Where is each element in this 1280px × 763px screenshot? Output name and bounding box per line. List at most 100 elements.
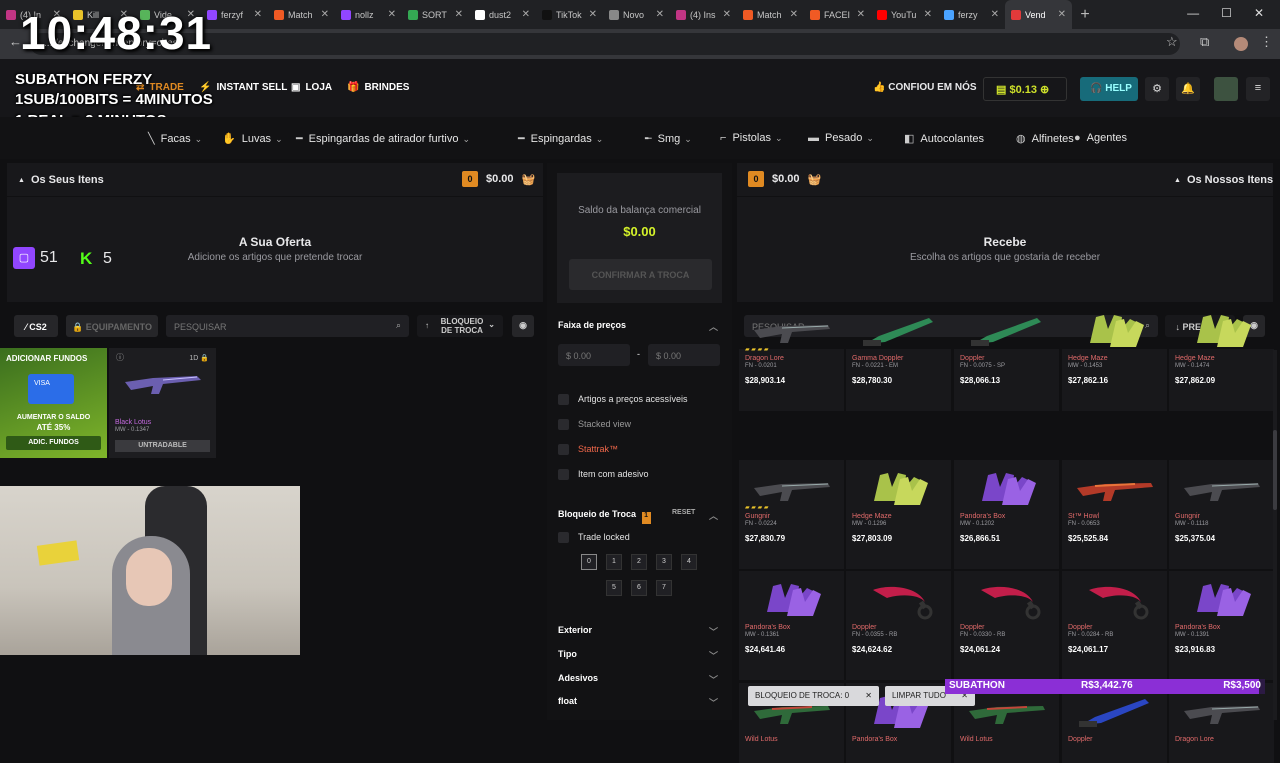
filter-section-float[interactable]: float ﹀ [558, 696, 718, 708]
browser-tab[interactable]: Novo ✕ [603, 0, 670, 29]
item-card[interactable]: Hedge Maze MW - 0.1453 $27,862.16 [1062, 315, 1167, 411]
item-card[interactable]: Pandora's Box MW - 0.1202 $26,866.51 [954, 460, 1059, 569]
scrollbar-track[interactable] [1273, 350, 1277, 720]
profile-avatar[interactable] [1234, 37, 1248, 51]
browser-tab[interactable]: nollz ✕ [335, 0, 402, 29]
hamburger-menu-icon[interactable]: ≡ [1246, 77, 1270, 101]
category-pesado[interactable]: ▬ Pesado ⌄ [808, 132, 874, 144]
close-tab-icon[interactable]: ✕ [924, 9, 932, 20]
browser-tab[interactable]: SORT ✕ [402, 0, 469, 29]
lock-day-option[interactable]: 6 [631, 580, 647, 596]
scrollbar-thumb[interactable] [1273, 430, 1277, 510]
browser-menu-icon[interactable]: ⋮ [1260, 34, 1273, 50]
equipment-button[interactable]: 🔒 EQUIPAMENTO [66, 315, 158, 337]
close-tab-icon[interactable]: ✕ [388, 9, 396, 20]
browser-tab[interactable]: ferzy ✕ [938, 0, 1005, 29]
category-espingardas-de-atirador-furtivo[interactable]: ━ Espingardas de atirador furtivo ⌄ [296, 132, 470, 145]
category-pistolas[interactable]: ⌐ Pistolas ⌄ [720, 132, 783, 144]
settings-icon[interactable]: ⚙ [1145, 77, 1169, 101]
trust-link[interactable]: 👍 CONFIOU EM NÓS [873, 82, 977, 93]
new-tab-icon[interactable]: + [1072, 6, 1098, 24]
browser-tab[interactable]: FACEI ✕ [804, 0, 871, 29]
our-items-title[interactable]: ▲ Os Nossos Itens [1174, 174, 1273, 186]
maximize-icon[interactable]: ☐ [1221, 6, 1232, 20]
browser-tab[interactable]: Match ✕ [268, 0, 335, 29]
item-card[interactable]: Doppler FN - 0.0075 - SP $28,066.13 [954, 318, 1059, 411]
item-card[interactable]: Doppler [1062, 683, 1167, 763]
category-espingardas[interactable]: ━ Espingardas ⌄ [518, 132, 603, 145]
nav-brindes[interactable]: 🎁 BRINDES [347, 82, 409, 93]
reset-button[interactable]: RESET [672, 509, 695, 516]
item-card[interactable]: St™ Howl FN - 0.0653 $25,525.84 [1062, 460, 1167, 569]
your-items-title[interactable]: ▲ Os Seus Itens [18, 174, 104, 186]
browser-tab[interactable]: (4) Ins ✕ [670, 0, 737, 29]
category-smg[interactable]: ╾ Smg ⌄ [645, 132, 692, 145]
item-card[interactable]: Dragon Lore FN - 0.0201 $28,903.14 ▰ ▰ ▰ ▰ [739, 325, 844, 411]
checkbox[interactable] [558, 469, 569, 481]
lock-day-option[interactable]: 3 [656, 554, 672, 570]
balance-display[interactable]: ▤ $0.13 ⊕ [983, 77, 1067, 101]
item-card[interactable]: Pandora's Box MW - 0.1361 $24,641.46 [739, 571, 844, 680]
close-window-icon[interactable]: ✕ [1254, 6, 1264, 20]
lock-day-option[interactable]: 7 [656, 580, 672, 596]
category-alfinetes[interactable]: ◍ Alfinetes [1016, 132, 1074, 145]
minimize-icon[interactable]: — [1187, 6, 1199, 20]
item-card[interactable]: Gamma Doppler FN - 0.0221 - EM $28,780.30 [846, 318, 951, 411]
basket-icon[interactable]: 🧺 [808, 173, 822, 186]
item-card[interactable]: Gungnir MW - 0.1118 $25,375.04 [1169, 460, 1274, 569]
trade-locked-checkbox[interactable]: Trade locked [558, 532, 630, 544]
lock-day-option[interactable]: 0 [581, 554, 597, 570]
add-balance-icon[interactable]: ⊕ [1040, 84, 1049, 96]
filter-checkbox[interactable]: Item com adesivo [558, 469, 649, 481]
price-max-input[interactable]: $ 0.00 [648, 344, 720, 366]
filter-checkbox[interactable]: Stattrak™ [558, 444, 618, 456]
category-autocolantes[interactable]: ◧ Autocolantes [904, 132, 984, 145]
item-card[interactable]: Hedge Maze MW - 0.1296 $27,803.09 [846, 460, 951, 569]
browser-tab[interactable]: Vend ✕ [1005, 0, 1072, 29]
price-range-section[interactable]: Faixa de preços ︿ [558, 320, 718, 332]
filter-section-adesivos[interactable]: Adesivos ﹀ [558, 673, 718, 685]
close-tab-icon[interactable]: ✕ [589, 9, 597, 20]
extensions-icon[interactable]: ⧉ [1200, 34, 1209, 50]
lock-day-option[interactable]: 2 [631, 554, 647, 570]
close-tab-icon[interactable]: ✕ [991, 9, 999, 20]
filter-section-exterior[interactable]: Exterior ﹀ [558, 625, 718, 637]
close-tab-icon[interactable]: ✕ [321, 9, 329, 20]
browser-tab[interactable]: Match ✕ [737, 0, 804, 29]
trade-lock-chip[interactable]: BLOQUEIO DE TROCA: 0 ✕ [748, 686, 879, 706]
inventory-item-card[interactable]: ⓘ 1D 🔒 Black Lotus MW - 0.1347 UNTRADABL… [109, 348, 216, 458]
info-icon[interactable]: ⓘ [116, 352, 124, 363]
lock-day-option[interactable]: 1 [606, 554, 622, 570]
close-tab-icon[interactable]: ✕ [790, 9, 798, 20]
item-card[interactable]: Pandora's Box MW - 0.1391 $23,916.83 [1169, 571, 1274, 680]
cs2-filter-button[interactable]: ⁄ CS2 [14, 315, 58, 337]
bookmark-star-icon[interactable]: ☆ [1166, 34, 1178, 50]
lock-day-option[interactable]: 4 [681, 554, 697, 570]
nav-loja[interactable]: ▣ LOJA [291, 82, 332, 93]
close-tab-icon[interactable]: ✕ [1058, 9, 1066, 20]
checkbox[interactable] [558, 444, 569, 456]
item-card[interactable]: Doppler FN - 0.0284 - RB $24,061.17 [1062, 571, 1167, 680]
item-card[interactable]: Doppler FN - 0.0330 - RB $24,061.24 [954, 571, 1059, 680]
close-tab-icon[interactable]: ✕ [254, 9, 262, 20]
confirm-trade-button[interactable]: CONFIRMAR A TROCA [569, 259, 712, 290]
close-tab-icon[interactable]: ✕ [857, 9, 865, 20]
category-facas[interactable]: ╲ Facas ⌄ [148, 132, 202, 145]
category-luvas[interactable]: ✋ Luvas ⌄ [222, 132, 283, 145]
your-items-search[interactable]: PESQUISAR ⌕ [166, 315, 409, 337]
price-min-input[interactable]: $ 0.00 [558, 344, 630, 366]
trade-lock-sort-button[interactable]: ↑ BLOQUEIO DE TROCA ⌄ [417, 315, 503, 337]
checkbox[interactable] [558, 419, 569, 431]
close-tab-icon[interactable]: ✕ [522, 9, 530, 20]
item-card[interactable]: Dragon Lore [1169, 683, 1274, 763]
add-funds-card[interactable]: ADICIONAR FUNDOS VISA AUMENTAR O SALDO A… [0, 348, 107, 458]
help-button[interactable]: 🎧 HELP [1080, 77, 1138, 101]
browser-tab[interactable]: dust2 ✕ [469, 0, 536, 29]
lock-day-option[interactable]: 5 [606, 580, 622, 596]
add-funds-button[interactable]: ADIC. FUNDOS [6, 436, 101, 450]
filter-section-tipo[interactable]: Tipo ﹀ [558, 649, 718, 661]
checkbox[interactable] [558, 394, 569, 406]
notification-bell-icon[interactable]: 🔔 [1176, 77, 1200, 101]
item-card[interactable]: Doppler FN - 0.0355 - RB $24,624.62 [846, 571, 951, 680]
close-tab-icon[interactable]: ✕ [455, 9, 463, 20]
